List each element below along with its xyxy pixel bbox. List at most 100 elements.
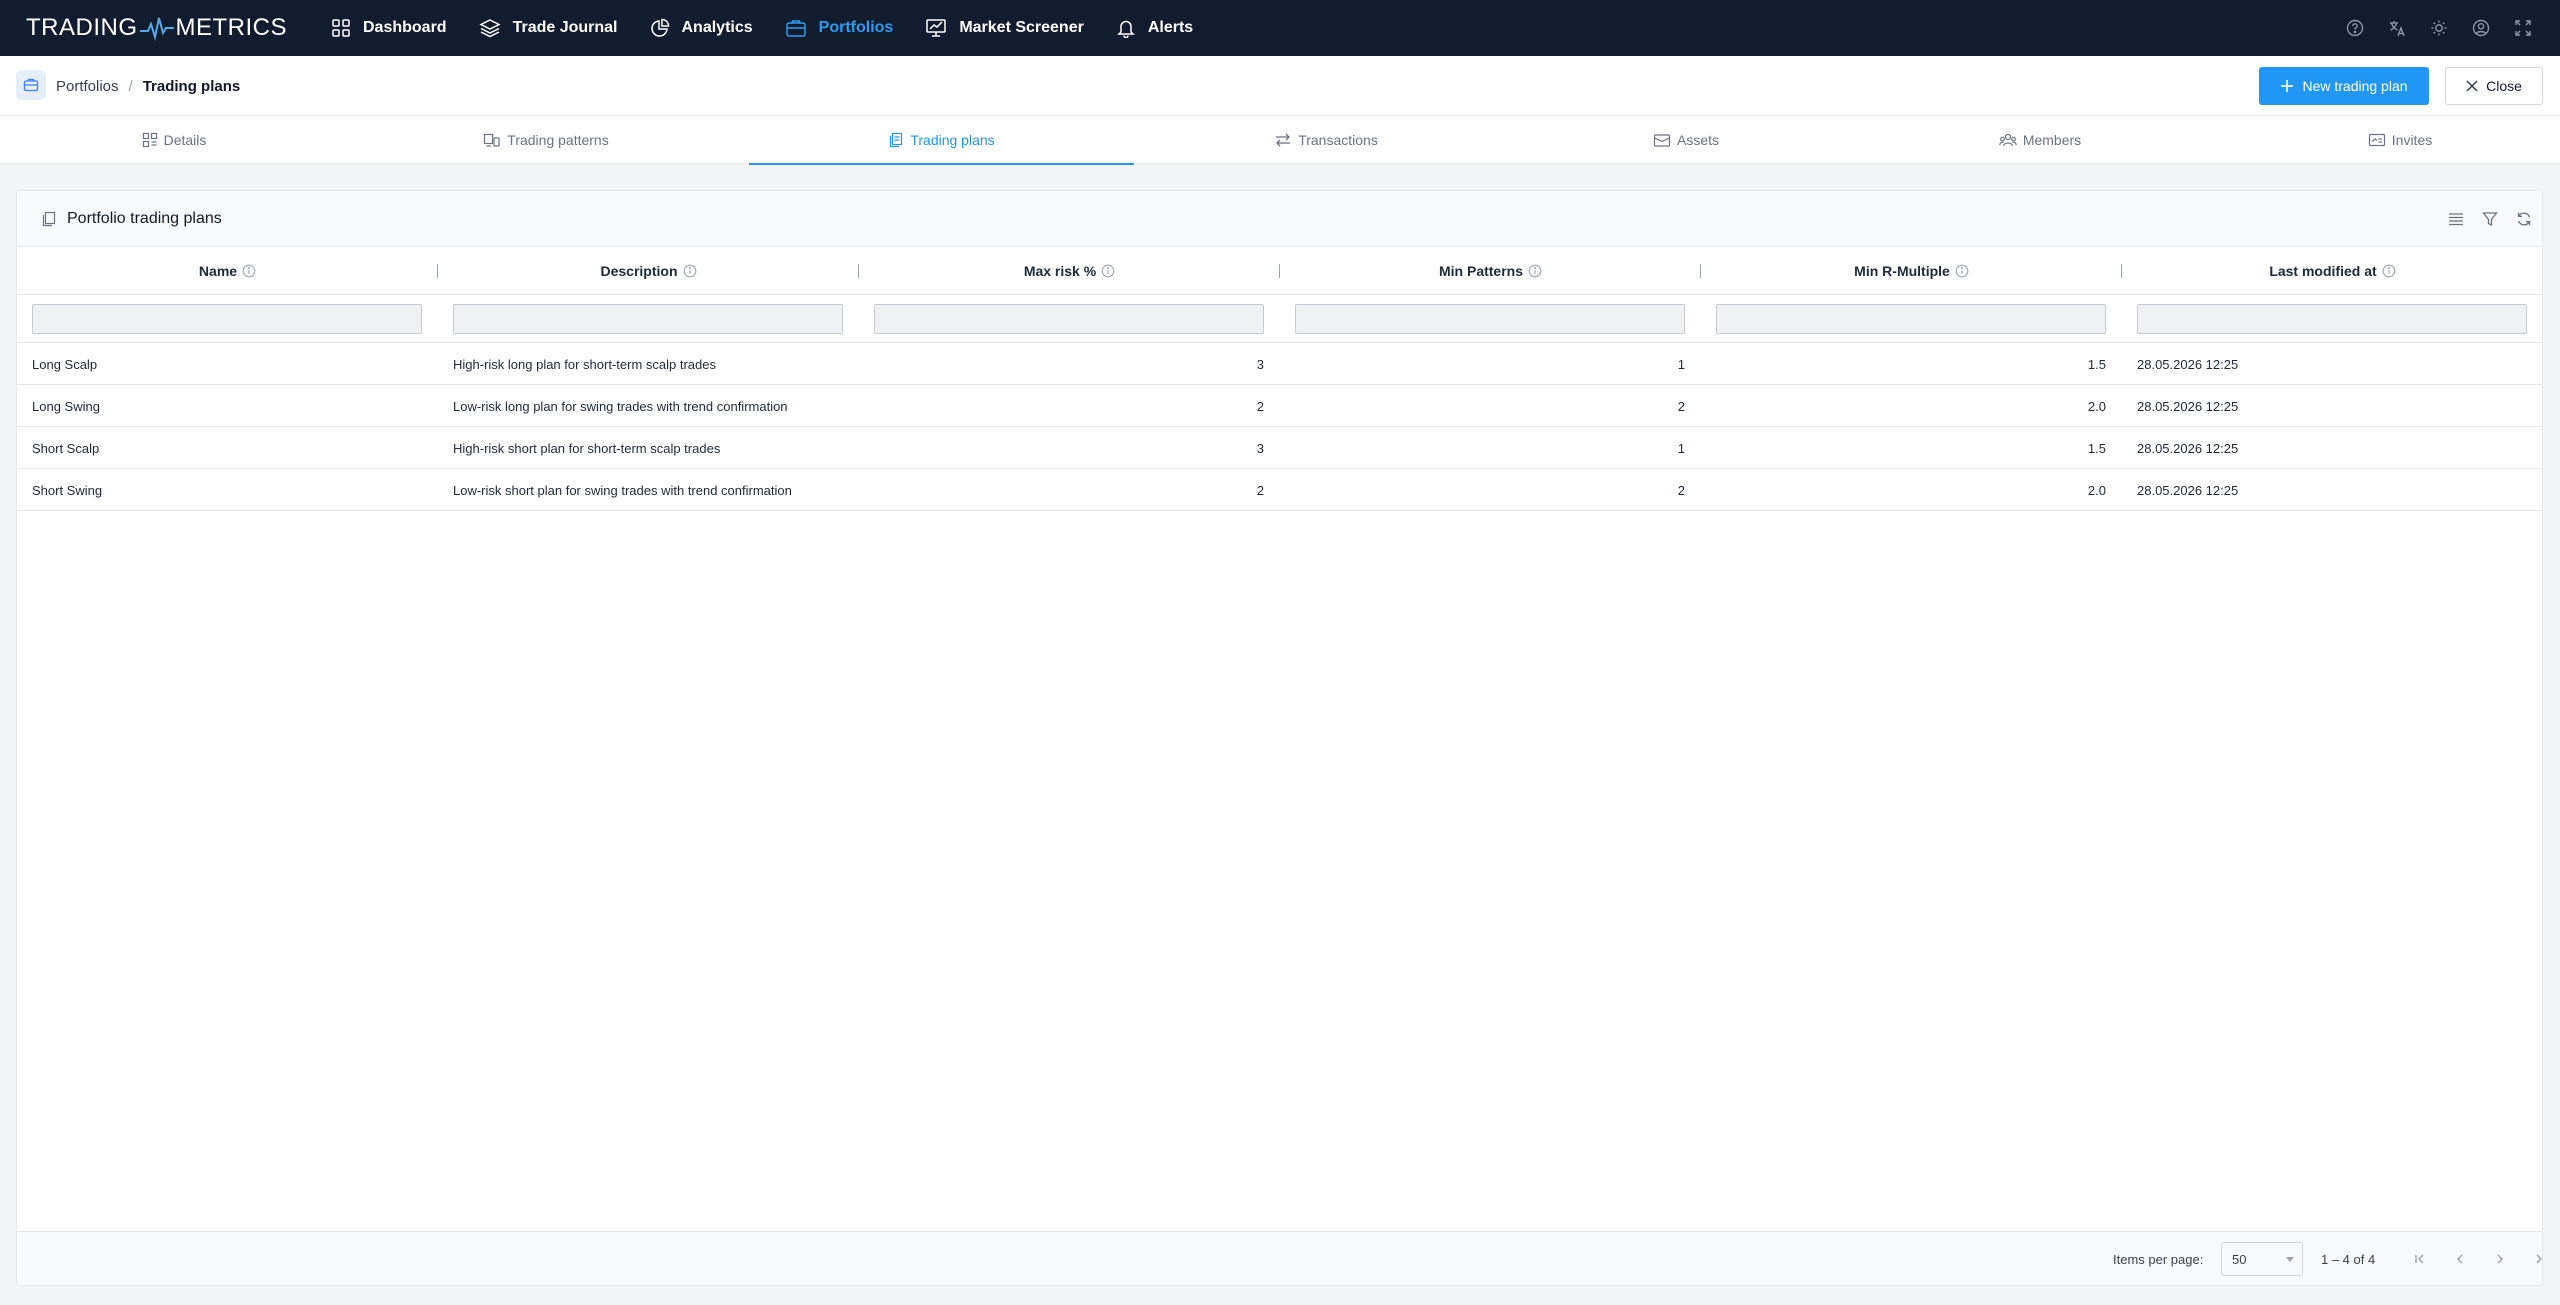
column-resizer[interactable]	[2542, 264, 2543, 278]
nav-trade-journal[interactable]: Trade Journal	[463, 0, 634, 56]
column-header-label: Min Patterns	[1438, 263, 1523, 279]
info-icon[interactable]	[242, 264, 256, 278]
filter-icon[interactable]	[2480, 209, 2500, 229]
translate-icon[interactable]	[2386, 17, 2408, 39]
breadcrumb-bar: Portfolios / Trading plans New trading p…	[0, 56, 2560, 116]
logo-text-right: METRICS	[175, 14, 287, 41]
layers-icon	[478, 19, 501, 38]
items-per-page-select[interactable]: 50	[2221, 1242, 2303, 1276]
briefcase-icon	[16, 70, 46, 100]
cell-last-modified: 28.05.2026 12:25	[2137, 356, 2239, 372]
account-icon[interactable]	[2470, 17, 2492, 39]
cell-last-modified: 28.05.2026 12:25	[2137, 440, 2239, 456]
card-header: Portfolio trading plans	[17, 191, 2542, 247]
cell-min-patterns: 2	[1677, 398, 1685, 414]
column-header-label: Name	[198, 263, 238, 279]
logo-pulse-icon	[139, 17, 174, 41]
table-row[interactable]: Long Scalp High-risk long plan for short…	[17, 343, 2542, 385]
tab-members[interactable]: Members	[1866, 116, 2214, 164]
info-icon[interactable]	[1528, 264, 1542, 278]
cell-min-patterns: 2	[1677, 482, 1685, 498]
info-icon[interactable]	[1955, 264, 1969, 278]
tab-details-label: Details	[163, 132, 207, 148]
nav-analytics-label: Analytics	[681, 19, 753, 36]
tab-trading-patterns[interactable]: Trading patterns	[372, 116, 720, 164]
pagination-range: 1 – 4 of 4	[2321, 1251, 2376, 1267]
tab-invites[interactable]: Invites	[2226, 116, 2560, 164]
pagination-footer: Items per page: 50 1 – 4 of 4	[17, 1231, 2542, 1285]
close-button[interactable]: Close	[2445, 67, 2543, 105]
cell-description: Low-risk long plan for swing trades with…	[453, 398, 788, 414]
filter-min-patterns-input[interactable]	[1295, 304, 1685, 334]
filter-name-input[interactable]	[32, 304, 422, 334]
tab-details[interactable]: Details	[0, 116, 348, 164]
trading-plans-card: Portfolio trading plans Name Description…	[16, 190, 2543, 1286]
cell-min-patterns: 1	[1677, 356, 1685, 372]
column-header-max-risk[interactable]: Max risk %	[859, 247, 1280, 295]
cell-max-risk: 3	[1256, 356, 1264, 372]
columns-icon[interactable]	[2446, 209, 2466, 229]
nav-alerts[interactable]: Alerts	[1100, 0, 1209, 56]
column-header-min-patterns[interactable]: Min Patterns	[1280, 247, 1701, 295]
cell-max-risk: 2	[1256, 482, 1264, 498]
new-trading-plan-label: New trading plan	[2302, 78, 2408, 94]
details-icon	[142, 132, 157, 148]
tab-transactions[interactable]: Transactions	[1152, 116, 1500, 164]
nav-market-screener[interactable]: Market Screener	[909, 0, 1100, 56]
help-icon[interactable]	[2344, 17, 2366, 39]
filter-last-modified-input[interactable]	[2137, 304, 2527, 334]
filter-max-risk-input[interactable]	[874, 304, 1264, 334]
nav-market-screener-label: Market Screener	[959, 19, 1084, 36]
new-trading-plan-button[interactable]: New trading plan	[2259, 67, 2429, 105]
cell-name: Long Scalp	[32, 356, 98, 372]
column-header-label: Min R-Multiple	[1854, 263, 1950, 279]
table-header: Name Description Max risk % Min Patterns…	[17, 247, 2542, 295]
tab-trading-plans[interactable]: Trading plans	[749, 116, 1134, 165]
fullscreen-icon[interactable]	[2512, 17, 2534, 39]
theme-sun-icon[interactable]	[2428, 17, 2450, 39]
bell-icon	[1117, 20, 1135, 38]
cell-description: Low-risk short plan for swing trades wit…	[453, 482, 792, 498]
table-row[interactable]: Short Swing Low-risk short plan for swin…	[17, 469, 2542, 511]
breadcrumb-portfolios-link[interactable]: Portfolios	[56, 78, 119, 95]
breadcrumb-separator: /	[128, 77, 133, 95]
nav-portfolios[interactable]: Portfolios	[769, 0, 910, 56]
cell-last-modified: 28.05.2026 12:25	[2137, 482, 2239, 498]
grid-icon	[332, 19, 350, 37]
table-row[interactable]: Short Scalp High-risk short plan for sho…	[17, 427, 2542, 469]
transfer-icon	[1276, 133, 1291, 147]
table-row[interactable]: Long Swing Low-risk long plan for swing …	[17, 385, 2542, 427]
last-page-icon[interactable]	[2530, 1249, 2542, 1269]
prev-page-icon[interactable]	[2450, 1249, 2470, 1269]
cell-max-risk: 3	[1256, 440, 1264, 456]
filter-min-r-input[interactable]	[1716, 304, 2106, 334]
close-label: Close	[2486, 78, 2522, 94]
cell-min-patterns: 1	[1677, 440, 1685, 456]
plans-icon	[42, 211, 56, 226]
column-header-min-r-multiple[interactable]: Min R-Multiple	[1701, 247, 2122, 295]
nav-analytics[interactable]: Analytics	[634, 0, 769, 56]
cell-min-r: 2.0	[2087, 398, 2106, 414]
column-header-name[interactable]: Name	[17, 247, 438, 295]
info-icon[interactable]	[683, 264, 697, 278]
plus-icon	[2281, 80, 2294, 92]
portfolio-tabs: Details Trading patterns Trading plans T…	[0, 116, 2560, 165]
nav-dashboard[interactable]: Dashboard	[315, 0, 463, 56]
breadcrumb-current: Trading plans	[142, 77, 241, 95]
column-header-last-modified[interactable]: Last modified at	[2122, 247, 2543, 295]
chevron-down-icon	[2286, 1257, 2294, 1262]
nav-dashboard-label: Dashboard	[363, 19, 447, 36]
refresh-icon[interactable]	[2514, 209, 2534, 229]
info-icon[interactable]	[2382, 264, 2396, 278]
tab-assets[interactable]: Assets	[1512, 116, 1860, 164]
next-page-icon[interactable]	[2490, 1249, 2510, 1269]
first-page-icon[interactable]	[2410, 1249, 2430, 1269]
briefcase-icon	[785, 20, 806, 37]
nav-trade-journal-label: Trade Journal	[512, 19, 618, 36]
tab-transactions-label: Transactions	[1298, 132, 1378, 148]
tab-invites-label: Invites	[2391, 132, 2433, 148]
app-logo[interactable]: TRADING METRICS	[26, 0, 287, 56]
info-icon[interactable]	[1101, 264, 1115, 278]
filter-description-input[interactable]	[453, 304, 843, 334]
column-header-description[interactable]: Description	[438, 247, 859, 295]
